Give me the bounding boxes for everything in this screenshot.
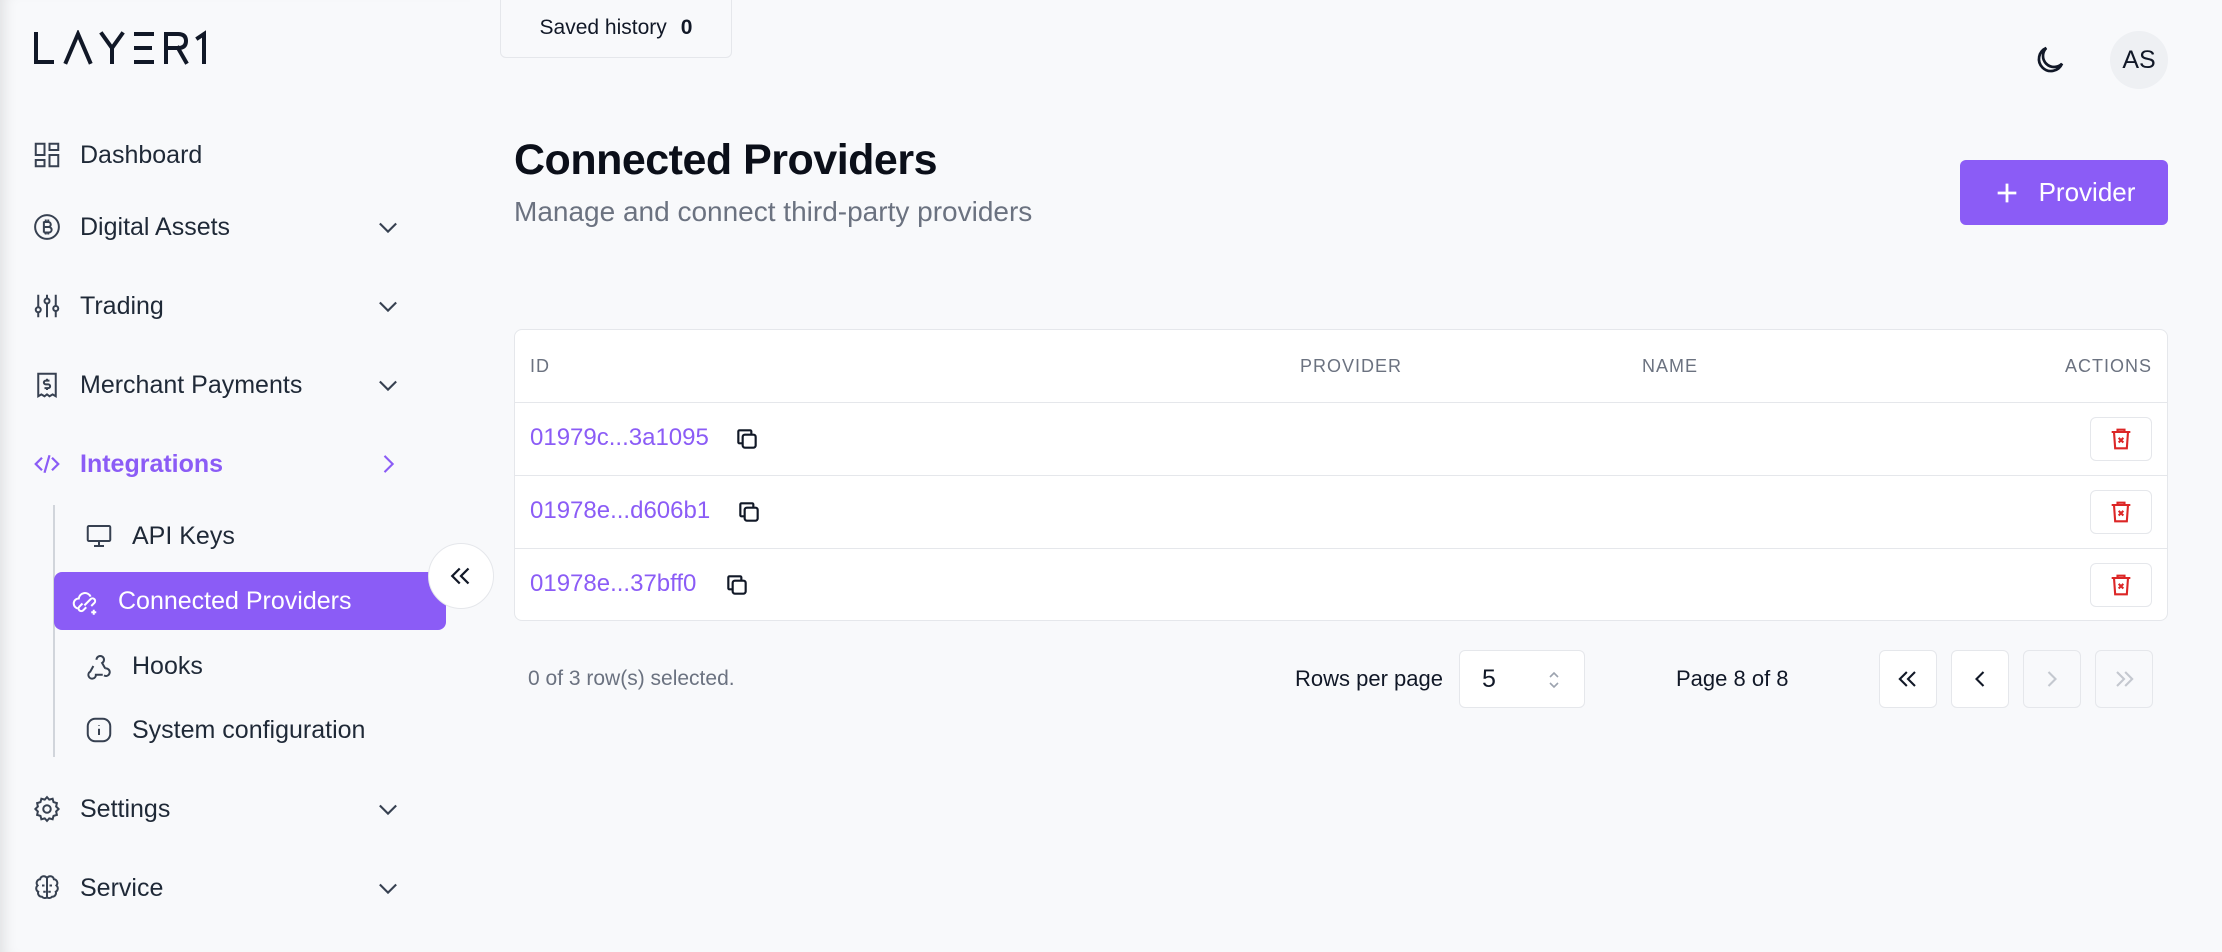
sidebar-item-api-keys[interactable]: API Keys (54, 507, 446, 565)
webhook-icon (84, 651, 114, 681)
plus-icon (1997, 183, 2016, 202)
last-page-button[interactable] (2095, 650, 2153, 708)
saved-history-count: 0 (680, 16, 693, 39)
providers-table: ID PROVIDER NAME ACTIONS 01979c...3a1095… (514, 329, 2168, 621)
collapse-sidebar-button[interactable] (428, 543, 494, 609)
sidebar-item-integrations[interactable]: Integrations (32, 436, 422, 492)
copy-icon[interactable] (731, 494, 767, 530)
previous-page-button[interactable] (1951, 650, 2009, 708)
provider-id-link[interactable]: 01978e...37bff0 (530, 570, 696, 598)
chevrons-left-icon (1898, 671, 1916, 687)
sidebar-item-label: Merchant Payments (80, 370, 303, 399)
info-icon (84, 715, 114, 745)
monitor-icon (84, 521, 114, 551)
sidebar-item-settings[interactable]: Settings (32, 781, 422, 837)
sidebar-item-label: Integrations (80, 449, 224, 478)
chevron-down-icon[interactable] (374, 371, 402, 399)
provider-id-link[interactable]: 01979c...3a1095 (530, 424, 709, 452)
sidebar-item-service[interactable]: Service (32, 860, 422, 916)
delete-button[interactable] (2090, 563, 2152, 607)
selected-rows-text: 0 of 3 row(s) selected. (528, 667, 735, 690)
brain-icon (32, 873, 62, 903)
dashboard-icon (32, 140, 62, 170)
sidebar-item-merchant-payments[interactable]: Merchant Payments (32, 357, 422, 413)
table-row: 01978e...d606b1 (515, 476, 2167, 549)
chevrons-left-icon (450, 567, 470, 585)
table-row: 01979c...3a1095 (515, 403, 2167, 476)
sliders-icon (32, 291, 62, 321)
rows-per-page-select[interactable]: 5 (1459, 650, 1585, 708)
sidebar-item-label: Hooks (132, 651, 203, 680)
cloud-link-icon (70, 586, 100, 616)
add-provider-button[interactable]: Provider (1960, 160, 2168, 225)
sidebar-item-system-configuration[interactable]: System configuration (54, 701, 446, 759)
saved-history-button[interactable]: Saved history 0 (500, 0, 732, 58)
column-header-provider: PROVIDER (1300, 356, 1403, 376)
receipt-icon (32, 370, 62, 400)
sidebar-item-label: Connected Providers (118, 586, 352, 615)
rows-per-page-label: Rows per page (1295, 666, 1443, 691)
chevron-right-icon[interactable] (374, 450, 402, 478)
bitcoin-icon (32, 212, 62, 242)
sidebar-item-dashboard[interactable]: Dashboard (32, 127, 422, 183)
chevron-down-icon[interactable] (374, 213, 402, 241)
trash-icon (2111, 574, 2131, 596)
trash-icon (2111, 501, 2131, 523)
provider-id-link[interactable]: 01978e...d606b1 (530, 497, 710, 525)
chevron-up-down-icon (1549, 671, 1559, 689)
gear-icon (32, 794, 62, 824)
column-header-actions: ACTIONS (2064, 356, 2152, 376)
sidebar-item-label: Trading (80, 291, 164, 320)
page-info: Page 8 of 8 (1676, 666, 1789, 691)
avatar[interactable]: AS (2110, 31, 2168, 89)
trash-icon (2111, 428, 2131, 450)
app-logo[interactable] (32, 30, 212, 66)
page-subtitle: Manage and connect third-party providers (514, 196, 1033, 227)
chevron-right-icon (2047, 671, 2057, 687)
code-icon (32, 449, 62, 479)
chevrons-right-icon (2116, 671, 2134, 687)
sidebar-item-label: System configuration (132, 715, 366, 744)
sidebar-item-label: Dashboard (80, 140, 203, 169)
sidebar-item-connected-providers[interactable]: Connected Providers (54, 572, 446, 630)
page-title: Connected Providers (514, 136, 938, 184)
column-header-name: NAME (1642, 356, 1699, 376)
sidebar-item-digital-assets[interactable]: Digital Assets (32, 199, 422, 255)
chevron-down-icon[interactable] (374, 795, 402, 823)
rows-per-page-value: 5 (1482, 664, 1496, 693)
table-row: 01978e...37bff0 (515, 549, 2167, 620)
first-page-button[interactable] (1879, 650, 1937, 708)
table-header: ID PROVIDER NAME ACTIONS (515, 330, 2167, 403)
next-page-button[interactable] (2023, 650, 2081, 708)
sidebar: Dashboard Digital Assets Trading Merchan… (0, 0, 470, 952)
column-header-id: ID (530, 356, 550, 376)
copy-icon[interactable] (729, 421, 765, 457)
delete-button[interactable] (2090, 417, 2152, 461)
sidebar-item-label: Digital Assets (80, 212, 231, 241)
sidebar-item-hooks[interactable]: Hooks (54, 637, 446, 695)
moon-icon (2037, 46, 2064, 73)
sidebar-item-label: Service (80, 873, 164, 902)
chevron-left-icon (1975, 671, 1985, 687)
copy-icon[interactable] (719, 567, 755, 603)
chevron-down-icon[interactable] (374, 874, 402, 902)
chevron-down-icon[interactable] (374, 292, 402, 320)
delete-button[interactable] (2090, 490, 2152, 534)
sidebar-item-label: Settings (80, 794, 171, 823)
theme-toggle-button[interactable] (2030, 40, 2070, 80)
add-provider-label: Provider (2038, 177, 2136, 207)
saved-history-label: Saved history (539, 16, 667, 39)
sidebar-item-label: API Keys (132, 521, 235, 550)
sidebar-item-trading[interactable]: Trading (32, 278, 422, 334)
